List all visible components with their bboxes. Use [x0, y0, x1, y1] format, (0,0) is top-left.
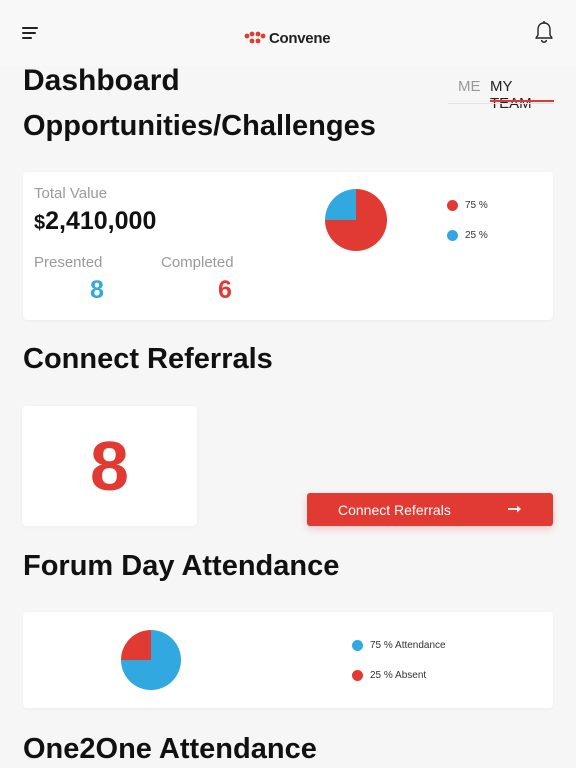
- total-value: $2,410,000: [34, 207, 156, 236]
- forum-legend-item: 75 % Attendance: [352, 640, 446, 651]
- referral-count: 8: [90, 427, 129, 505]
- view-tabs: ME MY TEAM: [448, 76, 554, 112]
- completed-label: Completed: [161, 254, 234, 271]
- legend-label: 75 %: [465, 200, 488, 211]
- tab-me[interactable]: ME: [458, 78, 481, 95]
- convene-logo: Convene: [244, 27, 331, 49]
- legend-dot-red: [352, 670, 363, 681]
- presented-value: 8: [90, 276, 104, 304]
- pie-slice: [121, 630, 151, 660]
- convene-logo-icon: [244, 31, 266, 44]
- connect-referrals-button-label: Connect Referrals: [338, 502, 451, 518]
- forum-section-title: Forum Day Attendance: [23, 550, 340, 582]
- logo-text: Convene: [269, 29, 331, 47]
- total-value-label: Total Value: [34, 185, 108, 202]
- arrow-right-icon: [508, 505, 521, 513]
- legend-dot-blue: [352, 640, 363, 651]
- tab-my-team[interactable]: MY TEAM: [490, 78, 554, 112]
- top-bar: Convene: [0, 0, 576, 66]
- hamburger-menu-icon[interactable]: [22, 27, 38, 39]
- legend-label: 25 % Absent: [370, 670, 427, 681]
- legend-label: 75 % Attendance: [370, 640, 446, 651]
- forum-attendance-card: 75 % Attendance 25 % Absent: [23, 612, 553, 708]
- opportunities-section-title: Opportunities/Challenges: [23, 110, 376, 142]
- referrals-section-title: Connect Referrals: [23, 343, 273, 375]
- opportunities-card: Total Value $2,410,000 Presented 8 Compl…: [23, 172, 553, 320]
- active-tab-indicator: [490, 100, 554, 102]
- connect-referrals-button[interactable]: Connect Referrals: [307, 493, 553, 526]
- forum-legend-item: 25 % Absent: [352, 670, 426, 681]
- legend-label: 25 %: [465, 230, 488, 241]
- one2one-section-title: One2One Attendance: [23, 733, 317, 765]
- legend-dot-blue: [447, 230, 458, 241]
- referral-count-card: 8: [22, 406, 197, 526]
- opportunities-pie-chart: [325, 189, 387, 251]
- tabs-divider: [448, 103, 554, 104]
- currency-symbol: $: [34, 212, 46, 234]
- opportunities-legend-item: 75 %: [447, 200, 488, 211]
- legend-dot-red: [447, 200, 458, 211]
- completed-value: 6: [218, 276, 232, 304]
- notification-bell-icon[interactable]: [533, 20, 555, 44]
- presented-label: Presented: [34, 254, 103, 271]
- pie-slice: [325, 189, 356, 220]
- opportunities-legend-item: 25 %: [447, 230, 488, 241]
- total-value-amount: 2,410,000: [45, 207, 157, 235]
- page-title: Dashboard: [23, 64, 180, 97]
- forum-attendance-pie-chart: [121, 630, 181, 690]
